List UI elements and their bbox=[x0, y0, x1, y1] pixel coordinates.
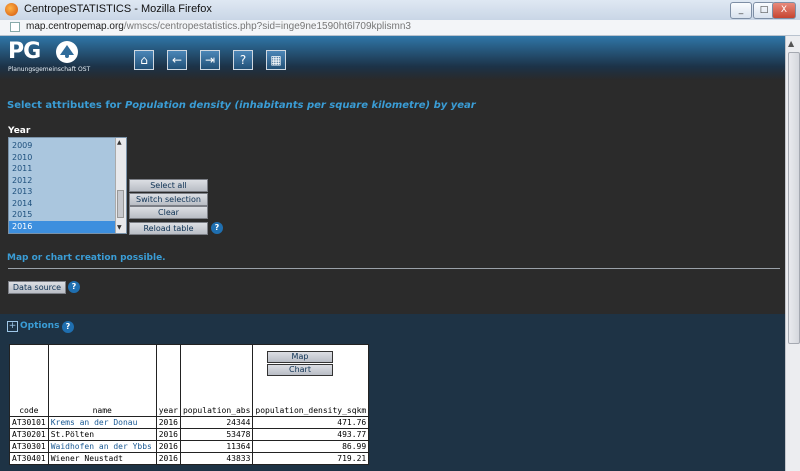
map-button[interactable]: Map bbox=[267, 351, 333, 363]
cell-name: St.Pölten bbox=[47, 428, 157, 441]
minimize-button[interactable]: _ bbox=[730, 2, 752, 19]
options-help-icon[interactable]: ? bbox=[62, 321, 74, 333]
table-row: AT30401 Wiener Neustadt 2016 43833 719.2… bbox=[9, 452, 370, 465]
data-source-help-icon[interactable]: ? bbox=[68, 281, 80, 293]
column-header: population_abs bbox=[179, 344, 254, 417]
expand-options-icon[interactable]: + bbox=[7, 321, 18, 332]
scrollbar-thumb[interactable] bbox=[788, 52, 800, 344]
page-icon bbox=[10, 22, 20, 32]
year-option-selected[interactable]: 2016 bbox=[9, 221, 117, 233]
cell-population: 24344 bbox=[179, 416, 254, 429]
cell-density: 471.76 bbox=[252, 416, 370, 429]
page-title-prefix: Select attributes for bbox=[7, 100, 125, 111]
select-all-button[interactable]: Select all bbox=[129, 179, 208, 192]
cell-name: Wiener Neustadt bbox=[47, 452, 157, 465]
scroll-up-icon[interactable]: ▲ bbox=[788, 39, 794, 48]
url-path: /wmscs/centropestatistics.php?sid=inge9n… bbox=[123, 21, 411, 32]
exit-icon[interactable]: ⇥ bbox=[200, 50, 220, 70]
table-row: AT30201 St.Pölten 2016 53478 493.77 bbox=[9, 428, 370, 441]
cell-code: AT30301 bbox=[9, 440, 49, 453]
scroll-up-icon[interactable]: ▲ bbox=[117, 139, 122, 146]
cell-year: 2016 bbox=[155, 416, 181, 429]
year-listbox[interactable]: 2009 2010 2011 2012 2013 2014 2015 2016 … bbox=[8, 137, 127, 234]
year-label: Year bbox=[8, 126, 31, 136]
page-scrollbar[interactable]: ▲ bbox=[785, 36, 800, 471]
cell-density: 86.99 bbox=[252, 440, 370, 453]
home-icon[interactable]: ⌂ bbox=[134, 50, 154, 70]
clear-button[interactable]: Clear bbox=[129, 206, 208, 219]
logo-globe-icon bbox=[56, 41, 78, 63]
logo[interactable]: PG Planungsgemeinschaft OST bbox=[8, 39, 90, 73]
year-option[interactable]: 2013 bbox=[9, 186, 117, 198]
logo-text: PG bbox=[8, 39, 41, 64]
page-title-attribute: Population density (inhabitants per squa… bbox=[124, 100, 476, 111]
year-list-scrollbar[interactable]: ▲ ▼ bbox=[115, 138, 126, 233]
column-header: year bbox=[155, 344, 181, 417]
firefox-icon bbox=[5, 3, 18, 16]
switch-selection-button[interactable]: Switch selection bbox=[129, 193, 208, 206]
reload-table-button[interactable]: Reload table bbox=[129, 222, 208, 235]
back-arrow-icon[interactable]: ← bbox=[167, 50, 187, 70]
calculator-icon[interactable]: ▦ bbox=[266, 50, 286, 70]
window-title: CentropeSTATISTICS - Mozilla Firefox bbox=[24, 3, 212, 15]
cell-year: 2016 bbox=[155, 440, 181, 453]
address-bar[interactable]: map.centropemap.org/wmscs/centropestatis… bbox=[0, 20, 800, 36]
cell-population: 11364 bbox=[179, 440, 254, 453]
year-option[interactable]: 2015 bbox=[9, 209, 117, 221]
cell-year: 2016 bbox=[155, 452, 181, 465]
table-row: AT30101 Krems an der Donau 2016 24344 47… bbox=[9, 416, 370, 429]
cell-code: AT30401 bbox=[9, 452, 49, 465]
scroll-down-icon[interactable]: ▼ bbox=[117, 224, 122, 231]
data-source-button[interactable]: Data source bbox=[8, 281, 66, 294]
column-header: name bbox=[47, 344, 157, 417]
table-row: AT30301 Waidhofen an der Ybbs 2016 11364… bbox=[9, 440, 370, 453]
logo-subtitle: Planungsgemeinschaft OST bbox=[8, 66, 91, 73]
year-list-scroll-thumb[interactable] bbox=[117, 190, 124, 218]
cell-year: 2016 bbox=[155, 428, 181, 441]
divider bbox=[8, 268, 780, 269]
year-option[interactable]: 2009 bbox=[9, 140, 117, 152]
cell-population: 43833 bbox=[179, 452, 254, 465]
year-option[interactable]: 2010 bbox=[9, 152, 117, 164]
options-label[interactable]: Options bbox=[20, 321, 59, 331]
column-header: code bbox=[9, 344, 49, 417]
chart-button[interactable]: Chart bbox=[267, 364, 333, 376]
window-titlebar: CentropeSTATISTICS - Mozilla Firefox _ □… bbox=[0, 0, 800, 21]
year-option[interactable]: 2014 bbox=[9, 198, 117, 210]
cell-population: 53478 bbox=[179, 428, 254, 441]
cell-density: 719.21 bbox=[252, 452, 370, 465]
year-option[interactable]: 2012 bbox=[9, 175, 117, 187]
reload-help-icon[interactable]: ? bbox=[211, 222, 223, 234]
url-host: map.centropemap.org bbox=[26, 21, 124, 32]
close-window-button[interactable]: X bbox=[772, 2, 796, 19]
cell-code: AT30101 bbox=[9, 416, 49, 429]
page-title: Select attributes for Population density… bbox=[7, 100, 476, 111]
app-header: PG Planungsgemeinschaft OST bbox=[0, 36, 785, 80]
cell-density: 493.77 bbox=[252, 428, 370, 441]
cell-name: Krems an der Donau bbox=[47, 416, 157, 429]
status-text: Map or chart creation possible. bbox=[7, 253, 166, 263]
cell-name: Waidhofen an der Ybbs bbox=[47, 440, 157, 453]
help-icon[interactable]: ? bbox=[233, 50, 253, 70]
cell-code: AT30201 bbox=[9, 428, 49, 441]
year-option[interactable]: 2011 bbox=[9, 163, 117, 175]
url-text[interactable]: map.centropemap.org/wmscs/centropestatis… bbox=[26, 21, 411, 32]
